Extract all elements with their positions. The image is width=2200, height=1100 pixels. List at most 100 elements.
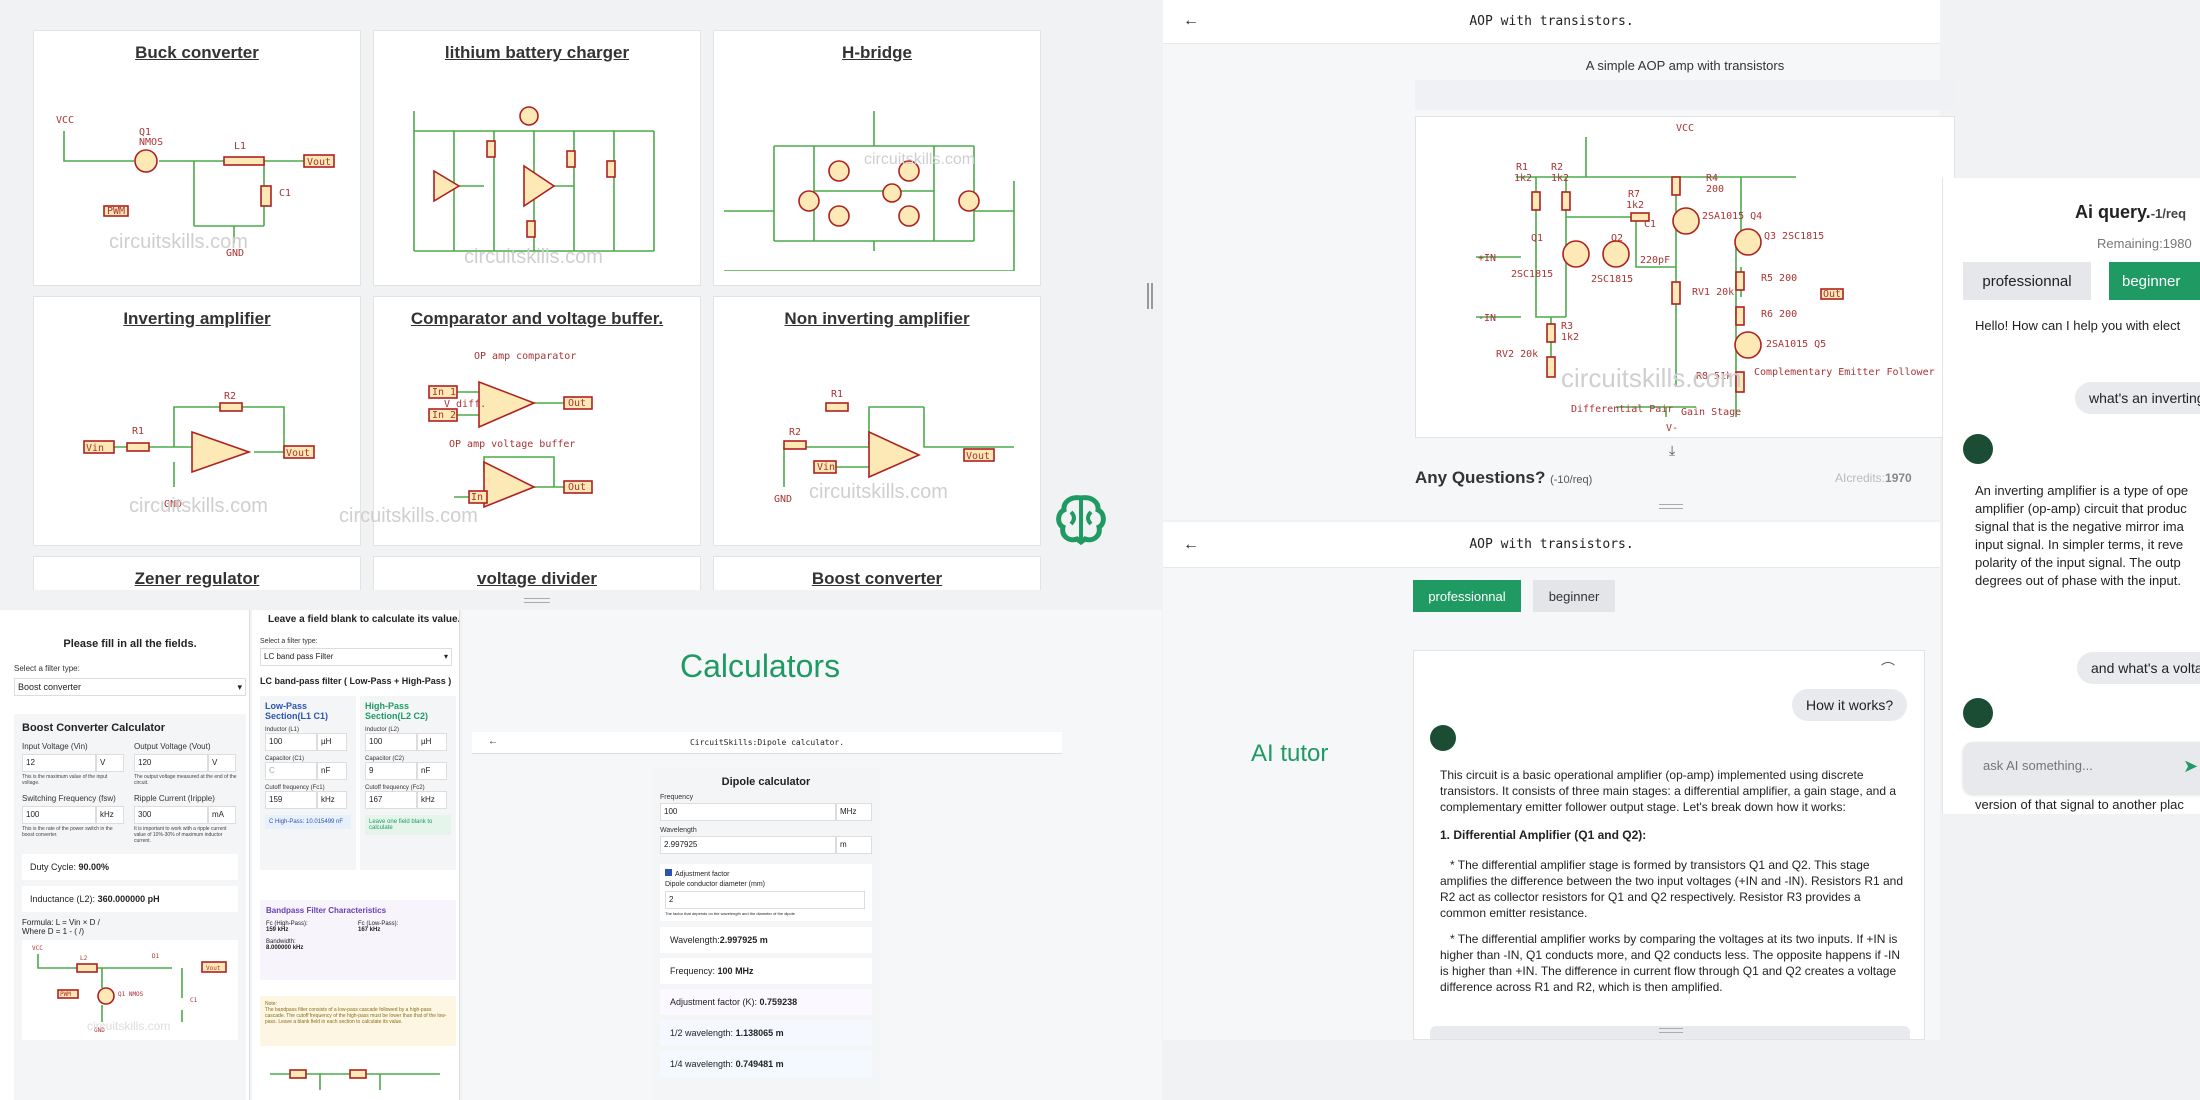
r4-label: R4 (1706, 173, 1718, 184)
user-question-bubble: How it works? (1792, 689, 1908, 721)
out-label: Out (568, 398, 586, 409)
clear-chat-icon[interactable]: ⌒ (1881, 659, 1895, 679)
brain-icon[interactable] (1053, 492, 1109, 548)
res-quarter-value: 0.749481 m (735, 1059, 784, 1069)
ai-greeting: Hello! How can I help you with elect (1975, 318, 2181, 333)
wavelength-input[interactable]: 2.997925 (660, 836, 836, 854)
wavelength-unit-select[interactable]: m (836, 836, 872, 854)
vout-unit-select[interactable]: V (208, 754, 236, 772)
note-text: The bandpass filter consists of a low-pa… (265, 1007, 447, 1025)
ai-avatar (1963, 434, 1993, 464)
boost-form-title: Please fill in all the fields. (63, 638, 197, 650)
opamp-buffer-label: OP amp voltage buffer (449, 439, 575, 450)
l2-unit[interactable]: µH (417, 733, 447, 751)
fc-lp-value: 167 kHz (358, 927, 381, 933)
c1-label: C1 (1644, 219, 1656, 230)
res-adj-label: Adjustment factor (K): (670, 997, 758, 1007)
card-boost-converter[interactable]: Boost converter (713, 556, 1041, 590)
card-title[interactable]: Comparator and voltage buffer. (374, 309, 700, 329)
ai-input-box[interactable]: ➤ (1963, 742, 2200, 794)
calculators-panel: Calculators ← CircuitSkills:Dipole calcu… (462, 610, 1162, 1100)
diameter-input[interactable]: 2 (665, 891, 865, 909)
fsw-input[interactable]: 100 (22, 806, 96, 824)
rv1-label: RV1 20k (1692, 287, 1734, 298)
l2-input[interactable]: 100 (365, 733, 417, 751)
aop-bottom-title: AOP with transistors. (1469, 537, 1634, 552)
card-title[interactable]: lithium battery charger (374, 43, 700, 63)
filter-type-select[interactable]: Boost converter ▾ (14, 678, 246, 696)
calculators-heading: Calculators (680, 648, 841, 684)
frequency-input[interactable]: 100 (660, 803, 836, 821)
card-title[interactable]: Buck converter (34, 43, 360, 63)
watermark: circuitskills.com (129, 495, 268, 517)
c1-input[interactable]: C (265, 762, 317, 780)
ai-query-input[interactable] (1983, 758, 2153, 773)
res-half-label: 1/2 wavelength: (670, 1028, 734, 1038)
c2-input[interactable]: 9 (365, 762, 417, 780)
lc-hint: Leave a field blank to calculate its val… (268, 614, 460, 625)
card-comparator-buffer[interactable]: Comparator and voltage buffer. OP amp co… (339, 296, 701, 546)
card-voltage-divider[interactable]: voltage divider (373, 556, 701, 590)
c2-unit[interactable]: nF (417, 762, 447, 780)
professional-mode-button[interactable]: professionnal (1963, 262, 2091, 300)
f1-unit[interactable]: kHz (317, 791, 347, 809)
card-lithium-charger[interactable]: lithium battery charger circuitskills.co… (373, 30, 701, 286)
card-buck-converter[interactable]: Buck converter VCC Q1 NMOS L1 C1 Vout PW… (33, 30, 361, 286)
watermark: circuitskills.com (464, 246, 603, 268)
card-non-inverting[interactable]: Non inverting amplifier R1 R2 Vin Vout G… (713, 296, 1041, 546)
answer-heading: 1. Differential Amplifier (Q1 and Q2): (1440, 828, 1647, 842)
professional-mode-button[interactable]: professionnal (1413, 580, 1521, 612)
vin-input[interactable]: 12 (22, 754, 96, 772)
c1-unit[interactable]: nF (317, 762, 347, 780)
card-title[interactable]: Zener regulator (34, 569, 360, 589)
f1-input[interactable]: 159 (265, 791, 317, 809)
ripple-input[interactable]: 300 (134, 806, 208, 824)
aop-panel-bottom: ← AOP with transistors. professionnal be… (1163, 522, 1940, 1040)
beginner-mode-button[interactable]: beginner (1533, 580, 1615, 612)
vout-input[interactable]: 120 (134, 754, 208, 772)
download-icon[interactable]: ⤓ (1669, 442, 1675, 459)
lc-high-pass-card: High-Pass Section(L2 C2) Inductor (L2) 1… (360, 696, 456, 870)
vout-label: Vout (286, 448, 310, 459)
card-title[interactable]: Non inverting amplifier (714, 309, 1040, 329)
duty-cycle-result: Duty Cycle: 90.00% (22, 854, 238, 880)
ai-credits-label: AIcredits: (1835, 471, 1886, 485)
formula-2c: ) (81, 927, 85, 936)
charger-schematic (413, 106, 655, 252)
f2-unit[interactable]: kHz (417, 791, 447, 809)
card-title[interactable]: Boost converter (714, 569, 1040, 589)
card-zener-regulator[interactable]: Zener regulator (33, 556, 361, 590)
card-title[interactable]: voltage divider (374, 569, 700, 589)
card-inverting-amplifier[interactable]: Inverting amplifier R1 R2 Vin Vout GND c… (33, 296, 361, 546)
frequency-unit-select[interactable]: MHz (836, 803, 872, 821)
remaining-label: Remaining: (2097, 236, 2163, 251)
c1-label: C1 (279, 188, 291, 199)
card-title[interactable]: Inverting amplifier (34, 309, 360, 329)
r1v-label: 1k2 (1514, 173, 1532, 184)
fsw-unit-select[interactable]: kHz (96, 806, 124, 824)
aop-top-title: AOP with transistors. (1469, 14, 1634, 29)
high-pass-title: High-Pass Section(L2 C2) (365, 701, 429, 721)
lc-filter-select[interactable]: LC band pass Filter ▾ (260, 648, 452, 666)
q1t-label: 2SC1815 (1511, 269, 1553, 280)
adjustment-checkbox[interactable] (665, 869, 672, 876)
res-freq-label: Frequency: (670, 966, 716, 976)
card-h-bridge[interactable]: H-bridge circuitskills.com (713, 30, 1041, 286)
horizontal-resize-handle[interactable] (524, 598, 550, 603)
dipole-title: Dipole calculator (721, 776, 811, 788)
vin-unit-select[interactable]: V (96, 754, 124, 772)
horizontal-resize-handle[interactable] (1659, 1028, 1683, 1033)
pwm-label: PWM (107, 206, 125, 217)
vout-label: Vout (307, 157, 331, 168)
f2-input[interactable]: 167 (365, 791, 417, 809)
card-title[interactable]: H-bridge (714, 43, 1040, 63)
beginner-mode-button[interactable]: beginner (2109, 262, 2200, 300)
watermark: circuitskills.com (109, 231, 248, 253)
horizontal-resize-handle[interactable] (1659, 504, 1683, 509)
ripple-unit-select[interactable]: mA (208, 806, 236, 824)
vertical-resize-handle[interactable] (1147, 283, 1153, 309)
l1-input[interactable]: 100 (265, 733, 317, 751)
send-icon[interactable]: ➤ (2183, 756, 2198, 777)
l1-unit[interactable]: µH (317, 733, 347, 751)
q1-label: Q1 (1531, 233, 1543, 244)
